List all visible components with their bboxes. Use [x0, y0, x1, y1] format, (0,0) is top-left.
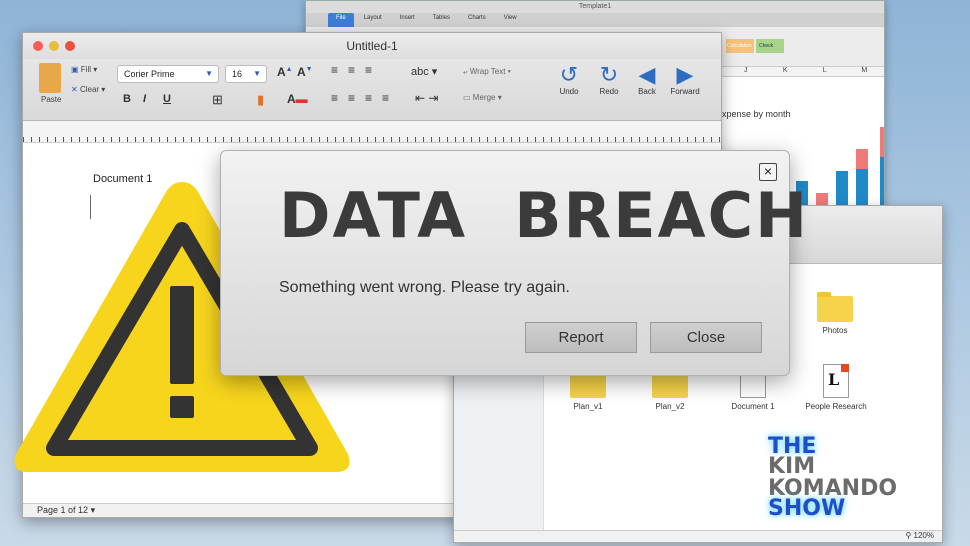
shrink-font-icon[interactable]: A▼: [297, 65, 313, 79]
window-title: Untitled-1: [346, 39, 398, 53]
file-label: Photos: [822, 326, 848, 335]
undo-icon: ↺: [559, 62, 579, 87]
redo-button[interactable]: ↻ Redo: [589, 62, 629, 97]
paste-clipboard-icon[interactable]: [39, 63, 61, 93]
spelling-button[interactable]: abc ▾: [411, 65, 437, 78]
chevron-down-icon: ▼: [205, 69, 213, 78]
fill-icon: ▣: [71, 65, 79, 74]
word-toolbar: Paste ▣ Fill ▾ ✕ Clear ▾ Corier Prime ▼ …: [23, 59, 721, 121]
spreadsheet-ribbon-tabs: File Layout Insert Tables Charts View: [306, 13, 884, 27]
file-label: Document 1: [731, 402, 775, 411]
close-button[interactable]: Close: [650, 322, 762, 353]
forward-button[interactable]: ▶ Forward: [665, 62, 705, 97]
forward-arrow-icon: ▶: [676, 62, 694, 87]
merge-button[interactable]: ▭ Merge ▾: [463, 93, 502, 102]
ruler[interactable]: [23, 121, 721, 143]
column-header[interactable]: M: [845, 67, 885, 76]
tab-tables[interactable]: Tables: [425, 13, 458, 27]
align-icons-bottom[interactable]: ≡≡≡≡: [331, 91, 399, 105]
chevron-down-icon: ▼: [253, 69, 261, 78]
back-arrow-icon: ◀: [638, 62, 656, 87]
chart-bar: [880, 127, 884, 157]
font-size-value: 16: [232, 69, 243, 79]
file-label: Plan_v1: [573, 402, 603, 411]
align-icons-top[interactable]: ≡≡≡: [331, 63, 382, 77]
breach-dialog: × DATA BREACH Something went wrong. Plea…: [220, 150, 807, 376]
wrap-text-icon: ⤶: [463, 67, 468, 76]
dialog-heading: DATA BREACH: [279, 179, 809, 252]
search-icon: ⚲: [905, 531, 912, 540]
indent-icons[interactable]: ⇤ ⇥: [415, 91, 438, 105]
style-check[interactable]: Check: [756, 39, 784, 53]
undo-button[interactable]: ↺ Undo: [549, 62, 589, 97]
chart-bar: [880, 157, 884, 206]
font-name-value: Corier Prime: [124, 69, 175, 79]
document-icon: L: [823, 364, 849, 398]
fill-button[interactable]: ▣ Fill ▾: [71, 65, 97, 74]
tab-file[interactable]: File: [328, 13, 354, 27]
tab-layout[interactable]: Layout: [356, 13, 390, 27]
spreadsheet-title: Template1: [306, 1, 884, 13]
file-item-plan-v2[interactable]: Plan_v2: [630, 368, 710, 411]
wrap-text-button[interactable]: ⤶ Wrap Text ▾: [463, 67, 511, 77]
style-calculation[interactable]: Calculation: [726, 39, 754, 53]
font-color-icon[interactable]: A▬: [287, 92, 308, 106]
word-titlebar: Untitled-1: [23, 33, 721, 59]
folder-icon: [817, 292, 853, 322]
merge-icon: ▭: [463, 93, 471, 102]
file-label: Plan_v2: [655, 402, 685, 411]
highlight-icon[interactable]: ▮: [257, 92, 264, 108]
tab-view[interactable]: View: [496, 13, 525, 27]
borders-icon[interactable]: ⊞: [212, 92, 223, 108]
tab-charts[interactable]: Charts: [460, 13, 494, 27]
zoom-status[interactable]: ⚲ 120%: [454, 530, 942, 542]
redo-icon: ↻: [599, 62, 619, 87]
report-button[interactable]: Report: [525, 322, 637, 353]
font-size-select[interactable]: 16 ▼: [225, 65, 267, 83]
chart-title: Expense by month: [716, 109, 791, 119]
paste-label: Paste: [41, 95, 62, 104]
file-label: People Research: [805, 402, 867, 411]
underline-button[interactable]: U: [163, 93, 171, 105]
file-item-photos[interactable]: Photos: [795, 292, 875, 335]
chart-bar: [836, 171, 848, 206]
chart-bar: [856, 169, 868, 206]
column-header[interactable]: K: [766, 67, 806, 76]
dialog-message: Something went wrong. Please try again.: [279, 279, 570, 296]
kim-komando-show-logo: THE KIM KOMANDO SHOW: [768, 434, 928, 524]
chart-bar: [856, 149, 868, 169]
logo-line-show: SHOW: [768, 496, 846, 521]
chevron-down-icon: ▾: [90, 505, 96, 515]
clear-icon: ✕: [71, 85, 78, 94]
clear-button[interactable]: ✕ Clear ▾: [71, 85, 105, 94]
column-header[interactable]: J: [726, 67, 766, 76]
file-item-people-research[interactable]: L People Research: [796, 364, 876, 411]
italic-button[interactable]: I: [143, 93, 146, 105]
tab-insert[interactable]: Insert: [392, 13, 423, 27]
bold-button[interactable]: B: [123, 93, 131, 105]
grow-font-icon[interactable]: A▲: [277, 65, 293, 79]
column-header[interactable]: L: [805, 67, 845, 76]
font-name-select[interactable]: Corier Prime ▼: [117, 65, 219, 83]
back-button[interactable]: ◀ Back: [627, 62, 667, 97]
file-item-plan-v1[interactable]: Plan_v1: [548, 368, 628, 411]
